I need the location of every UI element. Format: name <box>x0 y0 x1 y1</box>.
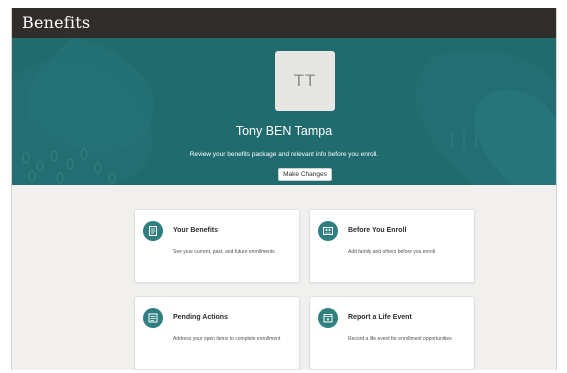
make-changes-button[interactable]: Make Changes <box>278 168 332 181</box>
checklist-icon <box>143 308 163 328</box>
hero-subtitle: Review your benefits package and relevan… <box>189 151 379 158</box>
document-icon <box>143 221 163 241</box>
card-your-benefits[interactable]: Your Benefits See your current, past, an… <box>134 209 300 283</box>
family-icon <box>318 221 338 241</box>
card-description: See your current, past, and future enrol… <box>173 249 275 255</box>
avatar: TT <box>275 51 335 111</box>
card-report-life-event[interactable]: Report a Life Event Record a life event … <box>309 296 475 370</box>
card-description: Add family and others before you enroll <box>348 249 435 255</box>
hero-banner: TT Tony BEN Tampa Review your benefits p… <box>12 38 556 185</box>
card-title: Your Benefits <box>173 227 218 234</box>
card-description: Address your open items to complete enro… <box>173 336 281 342</box>
card-title: Pending Actions <box>173 314 228 321</box>
card-before-you-enroll[interactable]: Before You Enroll Add family and others … <box>309 209 475 283</box>
top-bar: Benefits <box>12 8 556 38</box>
page-title: Benefits <box>22 13 91 32</box>
employee-name: Tony BEN Tampa <box>235 124 333 138</box>
content-area: Your Benefits See your current, past, an… <box>12 185 556 370</box>
card-title: Before You Enroll <box>348 227 407 234</box>
card-description: Record a life event for enrollment oppor… <box>348 336 452 342</box>
card-title: Report a Life Event <box>348 314 412 321</box>
card-pending-actions[interactable]: Pending Actions Address your open items … <box>134 296 300 370</box>
calendar-star-icon <box>318 308 338 328</box>
avatar-initials: TT <box>293 71 317 90</box>
app-frame: Benefits TT Tony BEN Tampa Review your b… <box>11 8 557 370</box>
